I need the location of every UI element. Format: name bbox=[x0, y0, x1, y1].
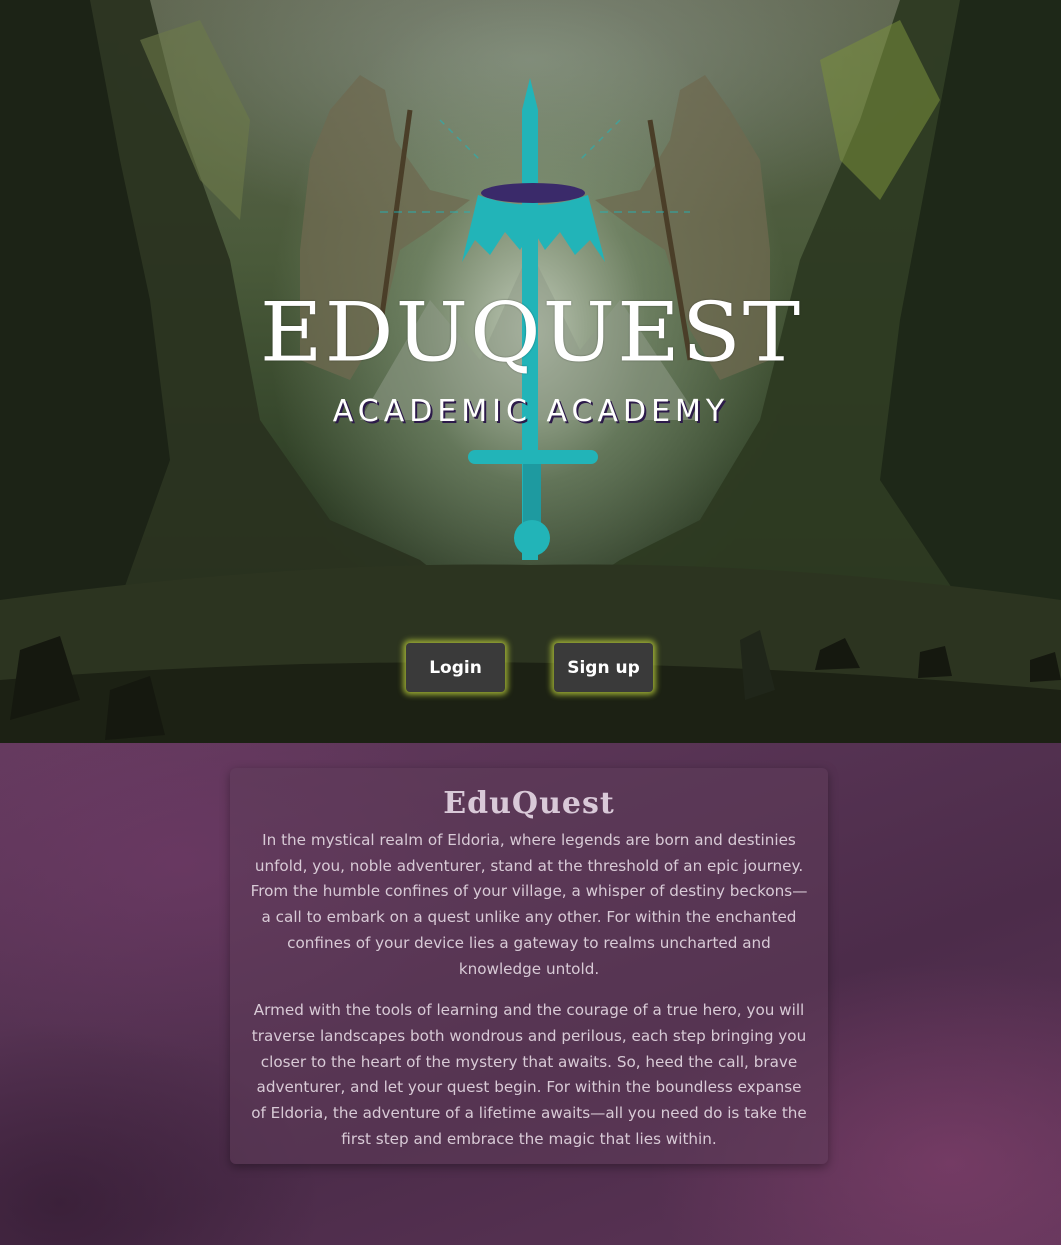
story-title: EduQuest bbox=[443, 786, 615, 821]
story-paragraph: In the mystical realm of Eldoria, where … bbox=[250, 831, 808, 978]
story-section: EduQuest In the mystical realm of Eldori… bbox=[0, 743, 1061, 1245]
signup-button[interactable]: Sign up bbox=[554, 643, 653, 692]
hero-banner: EDUQUEST ACADEMIC ACADEMY Login Sign up bbox=[0, 0, 1061, 743]
login-button[interactable]: Login bbox=[406, 643, 505, 692]
story-card: EduQuest In the mystical realm of Eldori… bbox=[230, 768, 828, 1164]
story-paragraph: Armed with the tools of learning and the… bbox=[251, 1001, 807, 1148]
logo-subtitle: ACADEMIC ACADEMY bbox=[332, 394, 730, 429]
logo-title: EDUQUEST bbox=[259, 285, 803, 381]
